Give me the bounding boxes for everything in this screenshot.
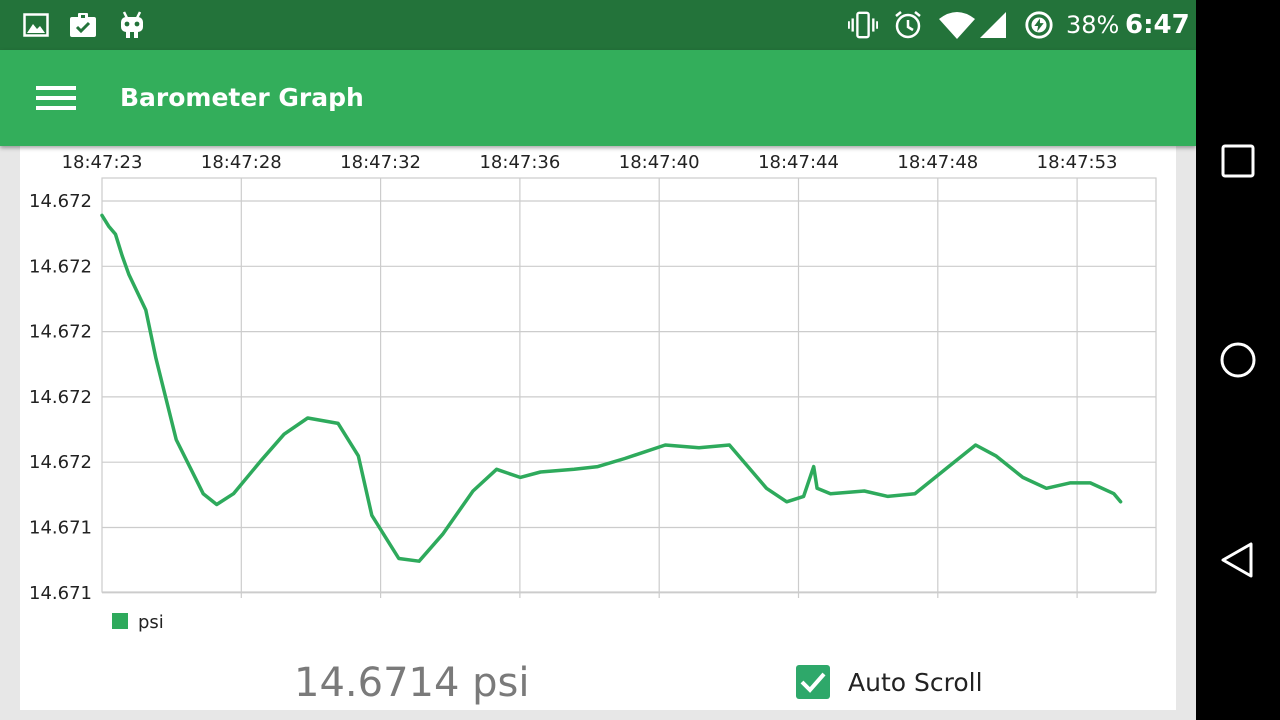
x-tick-label: 18:47:23: [62, 152, 143, 173]
app-window: 38% 6:47 Barometer Graph 18:47:23 18:47:2…: [0, 0, 1196, 720]
alarm-icon: [893, 10, 923, 40]
legend-label-psi: psi: [138, 612, 164, 633]
battery-saver-icon: [1024, 10, 1054, 40]
back-triangle-icon[interactable]: [1210, 532, 1266, 588]
auto-scroll-label: Auto Scroll: [848, 667, 983, 697]
image-icon: [21, 10, 51, 40]
signal-icon: [978, 10, 1008, 40]
wifi-icon: [937, 10, 977, 40]
app-toolbar: Barometer Graph: [0, 50, 1196, 146]
x-tick-label: 18:47:53: [1037, 152, 1118, 173]
page-title: Barometer Graph: [120, 83, 364, 112]
vibrate-icon: [848, 10, 878, 40]
barometer-chart: 18:47:23 18:47:28 18:47:32 18:47:36 18:47:40…: [29, 152, 1157, 633]
hamburger-menu-icon[interactable]: [24, 72, 88, 124]
x-tick-label: 18:47:44: [758, 152, 839, 173]
clock-time: 6:47: [1125, 10, 1190, 40]
home-circle-icon[interactable]: [1210, 332, 1266, 388]
graph-card: 18:47:23 18:47:28 18:47:32 18:47:36 18:47:40…: [20, 146, 1176, 710]
x-tick-label: 18:47:40: [619, 152, 700, 173]
y-tick-label: 14.671: [29, 518, 92, 539]
y-tick-label: 14.672: [29, 191, 92, 212]
x-tick-label: 18:47:48: [897, 152, 978, 173]
y-tick-label: 14.672: [29, 256, 92, 277]
status-bar: 38% 6:47: [0, 0, 1196, 50]
battery-percent: 38%: [1066, 11, 1120, 39]
y-tick-label: 14.672: [29, 452, 92, 473]
auto-scroll-toggle[interactable]: Auto Scroll: [796, 662, 983, 702]
auto-scroll-checkbox[interactable]: [796, 665, 830, 699]
x-tick-label: 18:47:36: [479, 152, 560, 173]
checkmark-icon: [800, 672, 826, 693]
x-tick-label: 18:47:32: [340, 152, 421, 173]
legend-swatch-psi: [112, 613, 128, 629]
recents-square-icon[interactable]: [1210, 133, 1266, 189]
plot-area-border: [101, 177, 1157, 593]
y-tick-label: 14.672: [29, 322, 92, 343]
x-tick-label: 18:47:28: [201, 152, 282, 173]
series-line-psi: [100, 213, 1123, 563]
clipboard-check-icon: [69, 10, 99, 40]
android-icon: [117, 10, 147, 40]
y-tick-label: 14.672: [29, 387, 92, 408]
y-tick-label: 14.671: [29, 583, 92, 604]
pressure-readout: 14.6714 psi: [294, 660, 530, 706]
android-nav-bar: [1196, 0, 1280, 720]
